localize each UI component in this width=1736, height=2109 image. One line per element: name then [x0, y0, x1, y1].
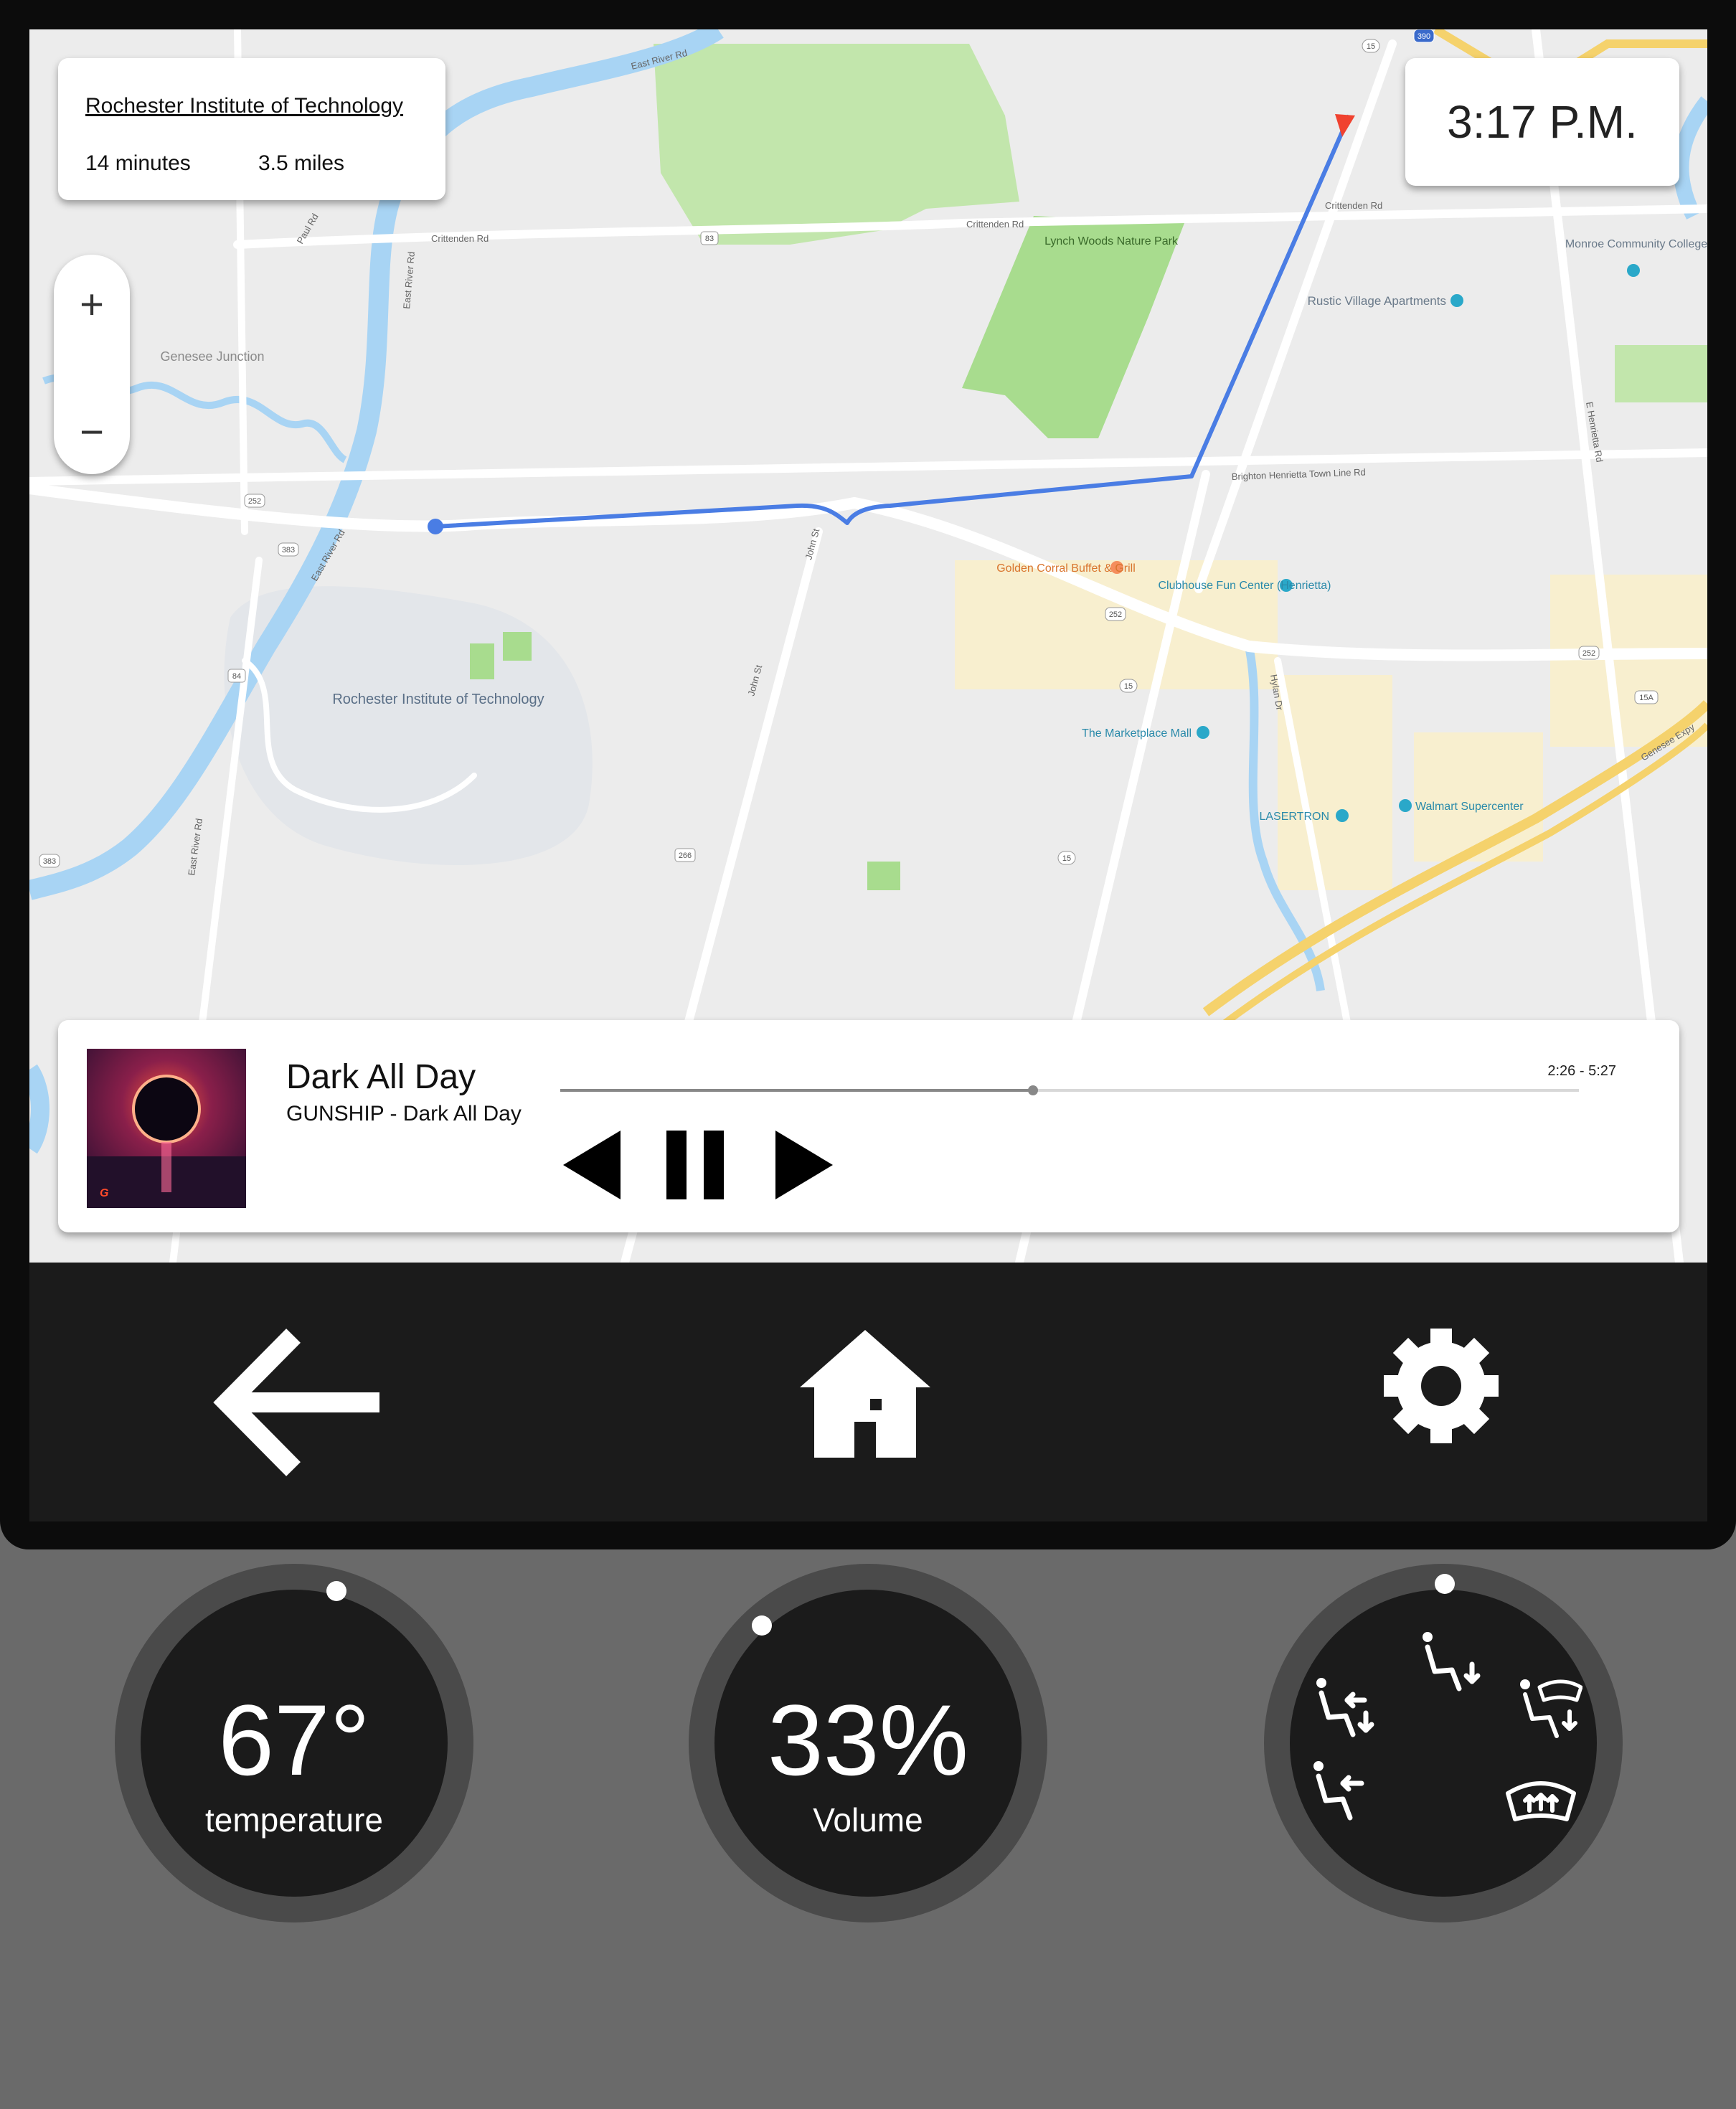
- place-label-mall: The Marketplace Mall: [1082, 727, 1192, 740]
- airflow-feet-icon[interactable]: [1419, 1630, 1483, 1694]
- route-shield-label: 266: [679, 851, 692, 860]
- clock-time: 3:17 P.M.: [1447, 96, 1638, 148]
- route-shield-label: 383: [282, 546, 295, 555]
- route-shield-label: 15: [1062, 854, 1071, 863]
- airflow-knob-indicator: [1435, 1574, 1455, 1594]
- route-shield-label: 15: [1124, 682, 1133, 691]
- progress-fill: [560, 1089, 1034, 1092]
- school-pin-icon: [1627, 264, 1640, 277]
- volume-knob-face: 33% Volume: [714, 1590, 1022, 1897]
- map-view[interactable]: Rochester Institute of Technology Genese…: [29, 29, 1707, 1263]
- place-label-rustic: Rustic Village Apartments: [1308, 294, 1446, 308]
- route-shield-label: 383: [43, 857, 56, 866]
- place-label-lynch-woods: Lynch Woods Nature Park: [1044, 235, 1179, 247]
- small-park: [470, 643, 494, 679]
- track-time: 2:26 - 5:27: [1547, 1063, 1616, 1079]
- next-track-button[interactable]: [774, 1129, 834, 1201]
- shopping-pin-icon: [1399, 799, 1412, 812]
- airflow-face-feet-icon[interactable]: [1313, 1676, 1377, 1740]
- place-label-golden-corral: Golden Corral Buffet & Grill: [996, 562, 1136, 575]
- volume-knob-indicator: [752, 1615, 772, 1636]
- zoom-out-button[interactable]: −: [54, 397, 130, 468]
- small-park: [867, 862, 900, 890]
- pause-button[interactable]: [665, 1129, 725, 1201]
- volume-knob[interactable]: 33% Volume: [689, 1564, 1047, 1922]
- route-shield-label: 15A: [1639, 694, 1654, 702]
- mall-area: [1278, 675, 1392, 890]
- place-label-clubhouse: Clubhouse Fun Center (Henrietta): [1158, 580, 1331, 592]
- song-artist: GUNSHIP - Dark All Day: [286, 1102, 522, 1126]
- pause-icon: [666, 1131, 724, 1199]
- zoom-in-button[interactable]: +: [54, 269, 130, 341]
- next-icon: [775, 1131, 833, 1199]
- road-label-crittenden: Crittenden Rd: [431, 233, 489, 244]
- previous-track-button[interactable]: [562, 1129, 622, 1201]
- progress-handle[interactable]: [1028, 1085, 1039, 1095]
- song-title: Dark All Day: [286, 1058, 476, 1096]
- route-shield-label: 84: [232, 672, 241, 681]
- route-destination[interactable]: Rochester Institute of Technology: [85, 94, 403, 118]
- road-label-crittenden: Crittenden Rd: [1325, 200, 1382, 211]
- route-duration: 14 minutes: [85, 151, 191, 175]
- route-distance: 3.5 miles: [258, 151, 345, 175]
- zoom-control: + −: [54, 255, 130, 474]
- temperature-knob[interactable]: 67° temperature: [115, 1564, 473, 1922]
- progress-track[interactable]: [560, 1085, 1579, 1095]
- small-park: [1615, 345, 1707, 402]
- airflow-defrost-icon[interactable]: [1505, 1778, 1577, 1823]
- small-park: [503, 632, 532, 661]
- walmart-area: [1414, 732, 1543, 862]
- home-button[interactable]: [798, 1327, 932, 1461]
- creek: [29, 1064, 49, 1154]
- place-label-monroe: Monroe Community College: [1565, 238, 1707, 250]
- previous-icon: [563, 1131, 621, 1199]
- media-player: G Dark All Day GUNSHIP - Dark All Day 2:…: [58, 1020, 1679, 1232]
- place-label-rit: Rochester Institute of Technology: [332, 692, 544, 707]
- route-shield-label: 252: [248, 497, 261, 506]
- airflow-face-icon[interactable]: [1310, 1759, 1367, 1823]
- route-shield-label: 390: [1417, 32, 1430, 41]
- navigation-bar: [29, 1263, 1707, 1521]
- settings-button[interactable]: [1382, 1327, 1500, 1445]
- home-icon: [800, 1330, 930, 1458]
- route-shield-label: 252: [1109, 610, 1122, 619]
- shopping-pin-icon: [1197, 726, 1209, 739]
- temperature-knob-indicator: [326, 1581, 346, 1601]
- place-label-genesee: Genesee Junction: [160, 349, 264, 364]
- route-info-card[interactable]: Rochester Institute of Technology 14 min…: [58, 58, 445, 200]
- temperature-value: 67°: [218, 1684, 370, 1796]
- route-shield-label: 83: [705, 235, 714, 243]
- volume-value: 33%: [767, 1684, 969, 1796]
- place-label-walmart: Walmart Supercenter: [1415, 801, 1524, 813]
- volume-label: Volume: [813, 1801, 923, 1839]
- album-art: G: [87, 1049, 246, 1208]
- route-shield-label: 15: [1367, 42, 1375, 51]
- gear-icon: [1384, 1329, 1499, 1443]
- route-shield-label: 252: [1582, 649, 1595, 658]
- place-pin-icon: [1336, 809, 1349, 822]
- svg-text:G: G: [100, 1187, 108, 1199]
- arrow-left-icon: [213, 1329, 379, 1476]
- airflow-knob[interactable]: [1264, 1564, 1623, 1922]
- place-pin-icon: [1450, 294, 1463, 307]
- airflow-feet-defrost-icon[interactable]: [1518, 1677, 1582, 1742]
- airflow-knob-face: [1290, 1590, 1597, 1897]
- place-label-lasertron: LASERTRON: [1259, 811, 1329, 823]
- temperature-label: temperature: [204, 1801, 383, 1839]
- back-button[interactable]: [209, 1327, 381, 1478]
- current-location-marker: [428, 519, 443, 534]
- clock-card: 3:17 P.M.: [1405, 58, 1679, 186]
- road-label-crittenden: Crittenden Rd: [966, 219, 1024, 230]
- temperature-knob-face: 67° temperature: [141, 1590, 448, 1897]
